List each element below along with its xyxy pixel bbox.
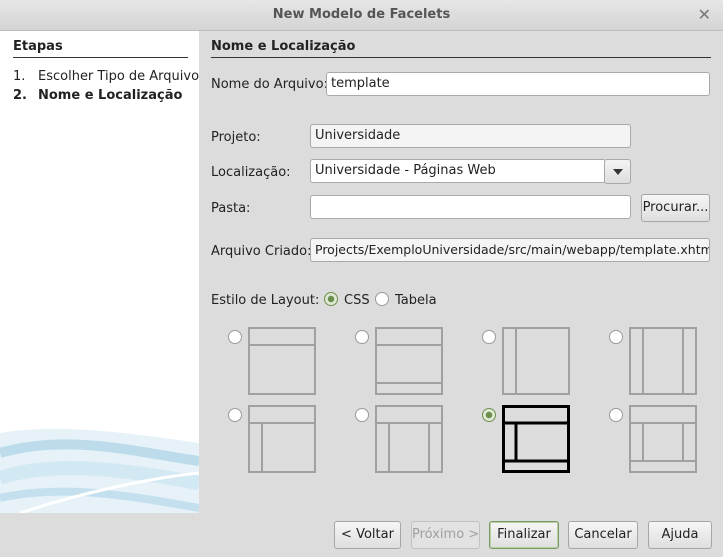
chevron-down-icon bbox=[613, 169, 623, 175]
divider bbox=[13, 57, 188, 58]
window-title: New Modelo de Facelets bbox=[272, 7, 451, 22]
layout-template-7-radio[interactable] bbox=[482, 408, 496, 422]
step-2-number: 2. bbox=[13, 88, 27, 103]
layout-template-4-radio[interactable] bbox=[609, 330, 623, 344]
back-button[interactable]: < Voltar bbox=[334, 521, 401, 549]
next-button[interactable]: Próximo > bbox=[411, 521, 480, 549]
step-1: 1. Escolher Tipo de Arquivo bbox=[13, 69, 199, 84]
location-combo[interactable]: Universidade - Páginas Web bbox=[310, 159, 606, 183]
location-dropdown-button[interactable] bbox=[604, 159, 631, 184]
project-label: Projeto: bbox=[211, 130, 261, 145]
created-file-label: Arquivo Criado: bbox=[211, 244, 312, 259]
wizard-banner-image bbox=[0, 428, 199, 513]
folder-label: Pasta: bbox=[211, 201, 251, 216]
location-label: Localização: bbox=[211, 165, 291, 180]
divider bbox=[211, 57, 711, 58]
layout-template-5-icon[interactable] bbox=[248, 405, 316, 473]
created-file-field: Projects/ExemploUniversidade/src/main/we… bbox=[310, 238, 710, 262]
cancel-button[interactable]: Cancelar bbox=[568, 521, 638, 549]
css-option-label: CSS bbox=[344, 293, 370, 308]
table-option-label: Tabela bbox=[395, 293, 437, 308]
layout-template-1-icon[interactable] bbox=[248, 327, 316, 395]
step-2-label: Nome e Localização bbox=[38, 88, 183, 103]
layout-template-3-icon[interactable] bbox=[502, 327, 570, 395]
step-1-number: 1. bbox=[13, 69, 26, 84]
layout-template-8-icon[interactable] bbox=[629, 405, 697, 473]
step-1-label: Escolher Tipo de Arquivo bbox=[38, 69, 199, 84]
file-name-field[interactable]: template bbox=[326, 72, 710, 96]
layout-template-7-icon[interactable] bbox=[502, 405, 570, 473]
section-title: Nome e Localização bbox=[211, 39, 356, 54]
layout-template-6-radio[interactable] bbox=[355, 408, 369, 422]
finish-button[interactable]: Finalizar bbox=[489, 521, 559, 549]
title-bar: New Modelo de Facelets ✕ bbox=[0, 0, 723, 31]
css-radio[interactable] bbox=[324, 292, 338, 306]
layout-template-3-radio[interactable] bbox=[482, 330, 496, 344]
project-field: Universidade bbox=[310, 124, 631, 148]
browse-button[interactable]: Procurar... bbox=[641, 194, 710, 222]
layout-template-2-radio[interactable] bbox=[355, 330, 369, 344]
layout-template-4-icon[interactable] bbox=[629, 327, 697, 395]
layout-template-8-radio[interactable] bbox=[609, 408, 623, 422]
steps-panel: Etapas 1. Escolher Tipo de Arquivo 2. Nome… bbox=[0, 31, 199, 513]
layout-template-5-radio[interactable] bbox=[228, 408, 242, 422]
layout-template-6-icon[interactable] bbox=[375, 405, 443, 473]
steps-title: Etapas bbox=[13, 39, 63, 54]
step-2: 2. Nome e Localização bbox=[13, 88, 182, 103]
close-icon[interactable]: ✕ bbox=[698, 5, 711, 24]
layout-template-1-radio[interactable] bbox=[228, 330, 242, 344]
layout-template-2-icon[interactable] bbox=[375, 327, 443, 395]
layout-style-label: Estilo de Layout: bbox=[211, 293, 320, 308]
file-name-label: Nome do Arquivo: bbox=[211, 77, 328, 92]
table-radio[interactable] bbox=[375, 292, 389, 306]
folder-field[interactable] bbox=[310, 195, 631, 219]
help-button[interactable]: Ajuda bbox=[648, 521, 712, 549]
